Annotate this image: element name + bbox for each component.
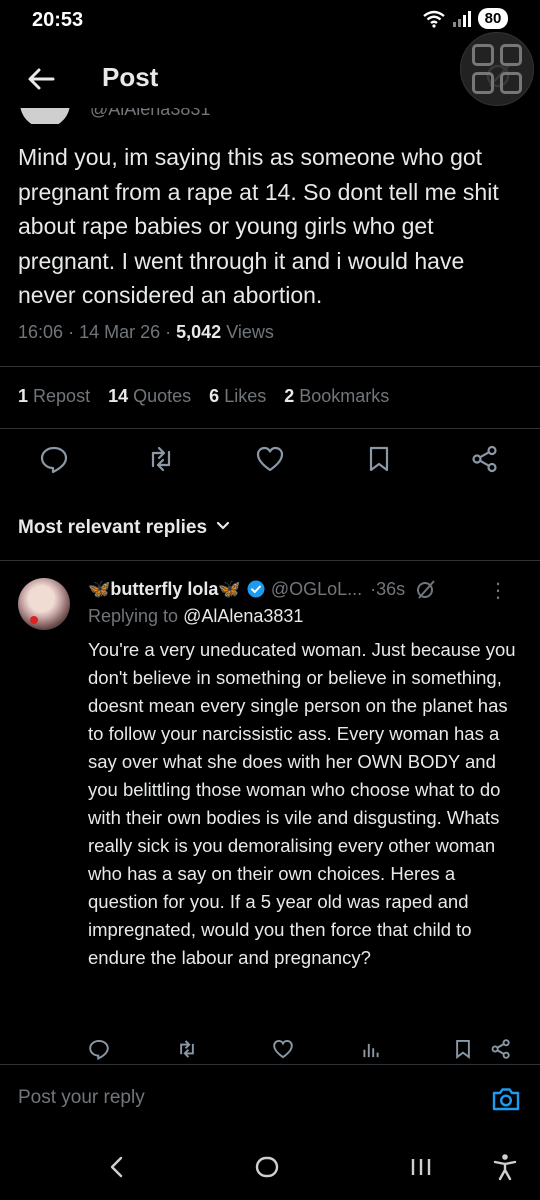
nav-back-icon[interactable]	[100, 1150, 134, 1184]
like-icon[interactable]	[255, 444, 285, 474]
signal-icon	[452, 10, 472, 28]
wifi-icon	[422, 9, 446, 29]
author-avatar[interactable]	[20, 108, 70, 124]
reply-handle[interactable]: @OGLoL...	[271, 579, 362, 600]
battery-badge: 80	[478, 8, 508, 29]
divider	[0, 428, 540, 429]
reply-time: 36s	[376, 578, 406, 599]
status-bar: 20:53 80	[0, 0, 540, 42]
reply-header: 🦋butterfly lola🦋 @OGLoL... · 36s ⋮	[88, 578, 508, 603]
status-icons: 80	[422, 8, 508, 29]
repost-icon[interactable]	[176, 1038, 198, 1060]
floating-shortcut-bubble[interactable]	[460, 32, 534, 106]
reply-icon[interactable]	[88, 1038, 110, 1060]
reply-text: You're a very uneducated woman. Just bec…	[88, 639, 516, 968]
header: Post	[0, 42, 540, 116]
replies-filter[interactable]: Most relevant replies	[18, 517, 231, 539]
divider	[0, 560, 540, 561]
verified-icon	[247, 580, 265, 598]
replying-to: Replying to @AlAlena3831	[88, 606, 304, 626]
author-handle[interactable]: @AlAlena3831	[90, 108, 210, 120]
compose-bar: Post your reply	[0, 1064, 540, 1130]
status-time: 20:53	[32, 9, 84, 31]
camera-icon[interactable]	[490, 1083, 522, 1115]
share-icon[interactable]	[470, 444, 500, 474]
replies-filter-label: Most relevant replies	[18, 517, 208, 538]
system-nav-bar	[0, 1130, 540, 1200]
nav-home-icon[interactable]	[250, 1150, 284, 1184]
reply-author-name[interactable]: 🦋butterfly lola🦋	[88, 579, 241, 600]
back-arrow-icon[interactable]	[26, 64, 56, 94]
reply-icon[interactable]	[39, 444, 69, 474]
stat-quotes[interactable]: 14 Quotes	[108, 386, 191, 407]
repost-icon[interactable]	[146, 444, 176, 474]
author-strip-partial: @AlAlena3831	[20, 108, 270, 124]
more-icon[interactable]: ⋮	[488, 578, 508, 603]
tweet-text: Mind you, im saying this as someone who …	[18, 144, 499, 308]
tweet-time: 16:06	[18, 322, 64, 342]
page-title: Post	[102, 62, 159, 92]
views-count[interactable]: 5,042	[176, 322, 221, 342]
divider	[0, 366, 540, 367]
views-icon[interactable]	[360, 1038, 382, 1060]
avatar[interactable]	[18, 578, 70, 630]
bookmark-icon[interactable]	[364, 444, 394, 474]
accessibility-icon[interactable]	[488, 1150, 522, 1184]
bookmark-icon[interactable]	[452, 1038, 474, 1060]
stat-likes[interactable]: 6 Likes	[209, 386, 266, 407]
views-label: Views	[226, 322, 274, 342]
stats-row: 1 Repost 14 Quotes 6 Likes 2 Bookmarks	[18, 386, 389, 407]
nav-recents-icon[interactable]	[404, 1150, 438, 1184]
stat-reposts[interactable]: 1 Repost	[18, 386, 90, 407]
stat-bookmarks[interactable]: 2 Bookmarks	[284, 386, 389, 407]
reply-actions	[0, 1038, 540, 1062]
reply-input[interactable]: Post your reply	[18, 1087, 145, 1109]
chevron-down-icon	[215, 517, 231, 539]
like-icon[interactable]	[272, 1038, 294, 1060]
tweet-date: 14 Mar 26	[79, 322, 161, 342]
tweet-actions	[0, 444, 540, 478]
share-icon[interactable]	[490, 1038, 512, 1060]
grok-icon[interactable]	[415, 578, 437, 600]
replying-to-mention[interactable]: @AlAlena3831	[183, 606, 303, 626]
tweet-meta: 16:06 · 14 Mar 26 · 5,042 Views	[18, 322, 274, 342]
